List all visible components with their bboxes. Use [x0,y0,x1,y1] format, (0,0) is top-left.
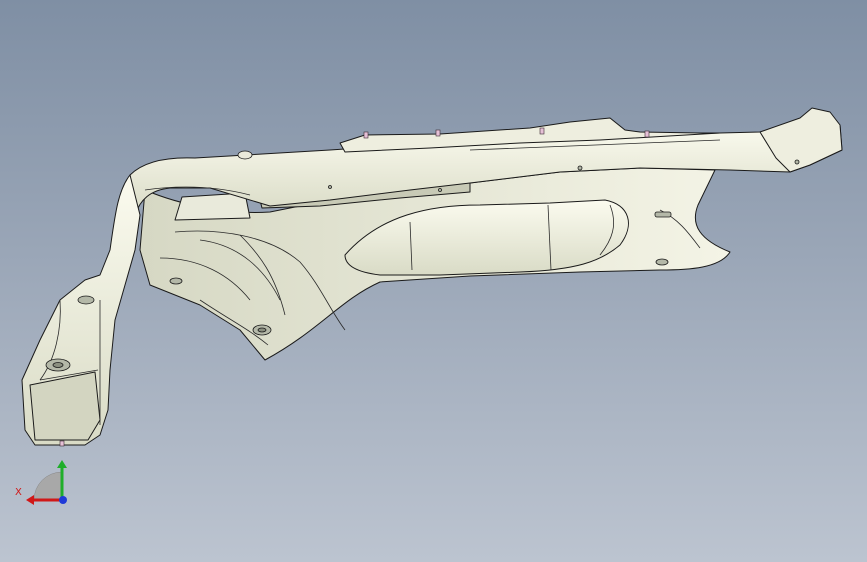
hole [257,327,267,333]
hole [438,188,442,192]
bracket-part[interactable] [21,107,843,446]
hole [328,185,332,189]
model-canvas[interactable] [0,0,867,562]
hole [237,150,253,160]
coordinate-triad: X [14,458,74,508]
x-axis-head [26,495,34,505]
hole [655,258,669,266]
hole [77,295,95,305]
slot [654,211,672,218]
hole [577,165,583,171]
hole [52,362,64,368]
triad-x-label: X [15,487,22,498]
triad-quadrant [33,471,63,501]
y-axis-head [57,460,67,468]
hole [794,159,800,165]
z-axis-dot [59,496,67,504]
graphics-viewport[interactable]: X [0,0,867,562]
hole [169,277,183,285]
